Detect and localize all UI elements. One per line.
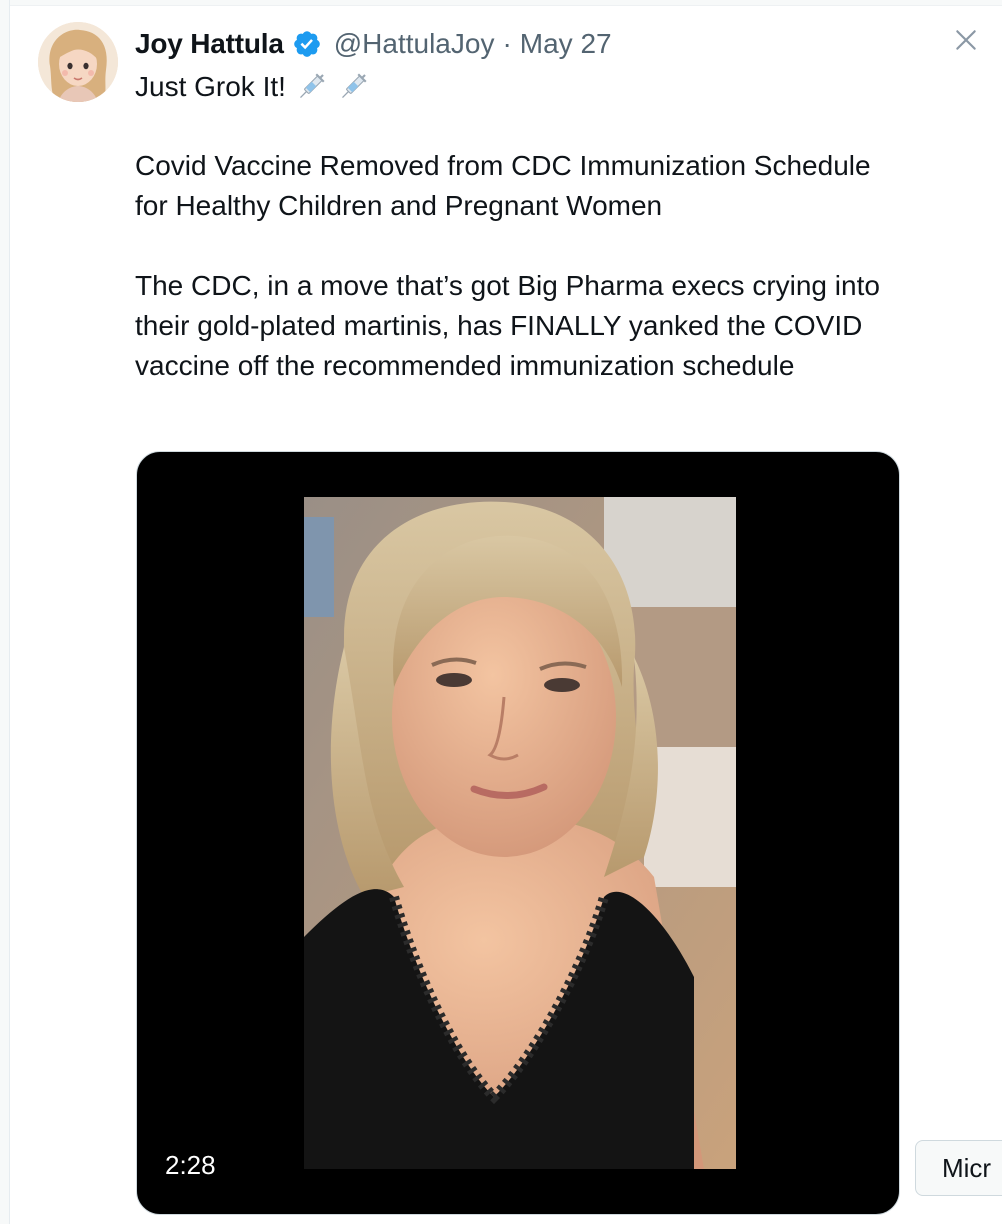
left-edge	[0, 0, 10, 1224]
tweet-line1: Just Grok It!	[135, 67, 935, 107]
tweet-line1-text: Just Grok It!	[135, 71, 286, 102]
close-button[interactable]	[948, 22, 984, 58]
post-date[interactable]: May 27	[520, 28, 612, 60]
tweet-page: Joy Hattula @HattulaJoy · May 27 Just Gr…	[0, 0, 1002, 1224]
top-edge	[0, 0, 1002, 6]
handle[interactable]: @HattulaJoy	[334, 28, 495, 60]
video-duration: 2:28	[165, 1150, 216, 1180]
avatar[interactable]	[38, 22, 118, 102]
tweet-header: Joy Hattula @HattulaJoy · May 27	[135, 24, 612, 64]
separator-dot: ·	[502, 28, 512, 59]
tweet-headline: Covid Vaccine Removed from CDC Immunizat…	[135, 150, 871, 221]
syringe-icon	[336, 70, 370, 104]
tweet-body: The CDC, in a move that’s got Big Pharma…	[135, 270, 880, 381]
side-button[interactable]: Micr	[915, 1140, 1002, 1196]
verified-badge-icon	[292, 29, 322, 59]
close-icon	[956, 30, 976, 50]
video-player[interactable]: 2:28	[136, 451, 900, 1215]
video-thumbnail	[304, 497, 736, 1169]
syringe-icon	[294, 70, 328, 104]
display-name[interactable]: Joy Hattula	[135, 28, 284, 60]
avatar-illustration	[38, 22, 118, 102]
